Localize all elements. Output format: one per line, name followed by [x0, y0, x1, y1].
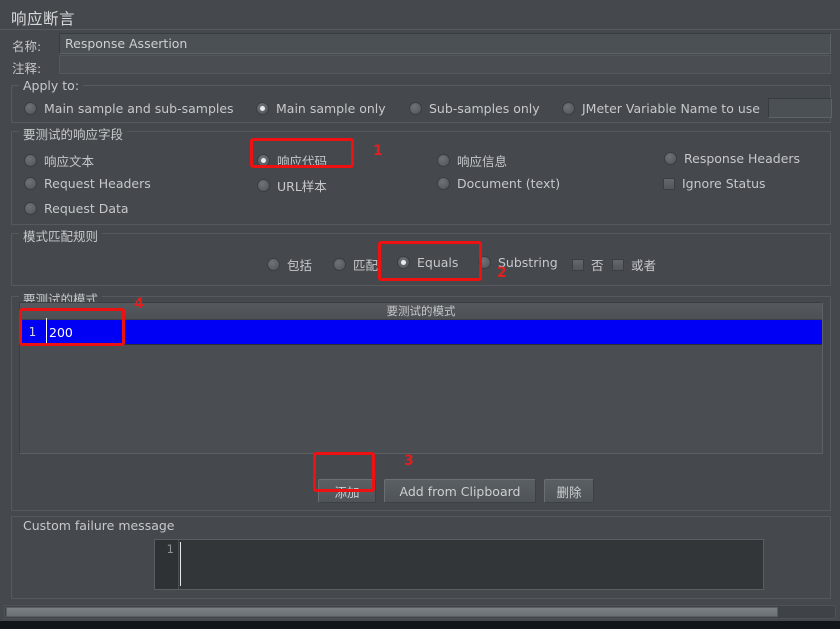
radio-sub-samples-only[interactable]: Sub-samples only — [409, 101, 540, 116]
radio-contains[interactable]: 包括 — [267, 255, 312, 274]
radio-equals[interactable]: Equals — [397, 255, 458, 270]
custom-failure-editor[interactable]: 1 — [154, 539, 764, 590]
text-caret — [46, 317, 47, 344]
option-label: 响应信息 — [457, 154, 508, 169]
radio-document-text[interactable]: Document (text) — [437, 176, 560, 191]
delete-button[interactable]: 删除 — [544, 479, 594, 503]
option-label: 否 — [591, 258, 604, 273]
radio-main-sample-only[interactable]: Main sample only — [256, 101, 386, 116]
option-label: Sub-samples only — [429, 101, 540, 116]
option-label: Substring — [498, 255, 558, 270]
option-label: Main sample and sub-samples — [44, 101, 234, 116]
radio-icon — [437, 177, 450, 190]
text-caret — [180, 542, 181, 586]
checkbox-icon — [572, 258, 584, 271]
response-assertion-panel: 响应断言 名称: 注释: Apply to: Main sample and s… — [0, 0, 840, 629]
editor-text-area[interactable] — [179, 540, 763, 589]
radio-icon — [267, 258, 280, 271]
option-label: JMeter Variable Name to use — [582, 101, 760, 116]
horizontal-scrollbar[interactable] — [4, 605, 836, 619]
radio-icon — [664, 152, 677, 165]
radio-icon — [333, 258, 346, 271]
scrollbar-thumb[interactable] — [6, 607, 778, 617]
response-field-legend: 要测试的响应字段 — [19, 124, 128, 143]
pattern-rules-legend: 模式匹配规则 — [19, 226, 103, 245]
patterns-table-header[interactable]: 要测试的模式 — [20, 303, 822, 320]
editor-gutter: 1 — [155, 540, 179, 589]
radio-icon — [562, 102, 575, 115]
table-row[interactable]: 1 200 — [20, 317, 822, 345]
option-label: 或者 — [631, 258, 657, 273]
radio-request-headers[interactable]: Request Headers — [24, 176, 151, 191]
checkbox-icon — [612, 258, 624, 271]
radio-icon — [257, 179, 270, 192]
radio-icon — [437, 154, 450, 167]
pattern-cell[interactable]: 200 — [45, 317, 822, 344]
table-empty-area — [20, 346, 822, 453]
column-header-label: 要测试的模式 — [386, 304, 456, 318]
radio-response-text[interactable]: 响应文本 — [24, 151, 94, 170]
radio-icon — [478, 256, 491, 269]
name-label: 名称: — [12, 39, 42, 54]
radio-request-data[interactable]: Request Data — [24, 201, 129, 216]
add-from-clipboard-button[interactable]: Add from Clipboard — [384, 479, 536, 503]
radio-substring[interactable]: Substring — [478, 255, 558, 270]
radio-icon — [24, 102, 37, 115]
apply-to-legend: Apply to: — [19, 78, 84, 93]
checkbox-not[interactable]: 否 — [572, 255, 604, 274]
radio-jmeter-variable-name[interactable]: JMeter Variable Name to use — [562, 101, 760, 116]
radio-icon — [24, 177, 37, 190]
option-label: 包括 — [287, 258, 313, 273]
radio-icon — [24, 202, 37, 215]
radio-response-headers[interactable]: Response Headers — [664, 151, 800, 166]
option-label: Ignore Status — [682, 176, 766, 191]
radio-main-sample-and-sub-samples[interactable]: Main sample and sub-samples — [24, 101, 234, 116]
radio-url-sample[interactable]: URL样本 — [257, 176, 327, 195]
option-label: Request Data — [44, 201, 129, 216]
radio-icon — [24, 154, 37, 167]
window-bottom-edge — [0, 621, 840, 629]
radio-icon — [256, 102, 269, 115]
comment-label: 注释: — [12, 61, 42, 76]
radio-response-code[interactable]: 响应代码 — [257, 151, 327, 170]
page-title: 响应断言 — [11, 10, 76, 28]
checkbox-or[interactable]: 或者 — [612, 255, 656, 274]
pattern-value: 200 — [49, 324, 73, 340]
radio-icon — [257, 154, 270, 167]
option-label: 响应代码 — [277, 154, 328, 169]
row-number: 1 — [28, 325, 37, 339]
name-input[interactable] — [59, 33, 831, 54]
option-label: Request Headers — [44, 176, 151, 191]
patterns-table[interactable]: 要测试的模式 1 200 — [19, 302, 823, 454]
add-button[interactable]: 添加 — [318, 479, 376, 503]
radio-icon — [397, 256, 410, 269]
radio-response-message[interactable]: 响应信息 — [437, 151, 507, 170]
checkbox-ignore-status[interactable]: Ignore Status — [663, 176, 766, 191]
option-label: Equals — [417, 255, 459, 270]
option-label: 匹配 — [353, 258, 379, 273]
title-divider — [0, 29, 840, 30]
radio-matches[interactable]: 匹配 — [333, 255, 378, 274]
radio-icon — [409, 102, 422, 115]
option-label: Document (text) — [457, 176, 561, 191]
comment-input[interactable] — [59, 55, 831, 74]
option-label: Response Headers — [684, 151, 801, 166]
custom-failure-legend: Custom failure message — [19, 518, 179, 533]
option-label: Main sample only — [276, 101, 386, 116]
option-label: 响应文本 — [44, 154, 95, 169]
jmeter-variable-input[interactable] — [768, 98, 832, 118]
checkbox-icon — [663, 177, 675, 190]
option-label: URL样本 — [277, 179, 327, 194]
